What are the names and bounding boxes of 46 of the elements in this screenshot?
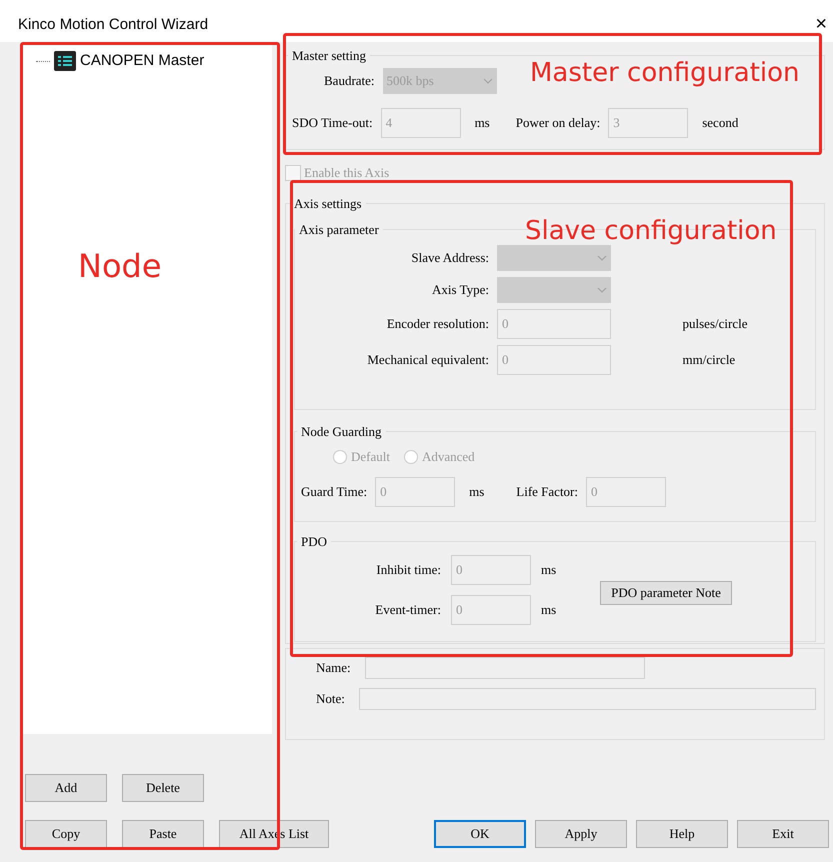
chevron-down-icon: [482, 78, 493, 84]
dialog-button[interactable]: Add: [25, 774, 107, 802]
group-title: PDO: [300, 532, 328, 550]
group-title: Axis settings: [293, 195, 363, 213]
field-label: SDO Time-out:: [292, 114, 373, 132]
chevron-down-icon: [597, 255, 607, 261]
annotation-label: Slave configuration: [525, 218, 777, 244]
unit-label: ms: [474, 114, 490, 132]
unit-label: ms: [541, 561, 556, 580]
dialog-button[interactable]: Apply: [535, 820, 627, 848]
field-label: Slave Address:: [411, 249, 489, 268]
annotation-label: Node: [78, 250, 162, 282]
group-title: Axis parameter: [298, 220, 380, 239]
field-label: Axis Type:: [432, 281, 489, 300]
field-label: Encoder resolution:: [386, 315, 489, 334]
group-title: Master setting: [291, 47, 368, 65]
annotation-label: Master configuration: [530, 60, 800, 86]
unit-label: second: [702, 114, 738, 132]
chevron-down-icon: [597, 287, 607, 293]
unit-label: pulses/circle: [682, 315, 748, 334]
field-label: Power on delay:: [516, 114, 600, 132]
field-label: Guard Time:: [301, 482, 368, 501]
pdo-note-button[interactable]: PDO parameter Note: [600, 581, 732, 605]
field-label: Baudrate:: [324, 72, 375, 90]
tree-line: [36, 60, 50, 62]
group-title: Node Guarding: [300, 422, 383, 441]
unit-label: mm/circle: [682, 351, 736, 370]
window-title: Kinco Motion Control Wizard: [18, 15, 208, 35]
dialog-button[interactable]: Exit: [737, 820, 829, 848]
field-label: Event-timer:: [375, 601, 441, 620]
field-label: Inhibit time:: [376, 561, 441, 580]
list-icon: [54, 51, 76, 72]
field-label: Note:: [316, 690, 345, 708]
field-label: Life Factor:: [516, 482, 578, 501]
dialog-button[interactable]: Paste: [122, 820, 204, 848]
dialog-button[interactable]: Help: [636, 820, 728, 848]
field-label: Name:: [316, 659, 351, 678]
unit-label: ms: [541, 601, 556, 620]
dialog-button[interactable]: Copy: [25, 820, 107, 848]
dialog-button[interactable]: Delete: [122, 774, 204, 802]
field-label: Mechanical equivalent:: [367, 351, 489, 370]
tree-item[interactable]: CANOPEN Master: [36, 50, 208, 72]
checkbox-label: Enable this Axis: [304, 164, 390, 182]
unit-label: ms: [469, 482, 484, 501]
dialog-button[interactable]: OK: [434, 820, 526, 848]
close-button[interactable]: ×: [815, 14, 827, 34]
